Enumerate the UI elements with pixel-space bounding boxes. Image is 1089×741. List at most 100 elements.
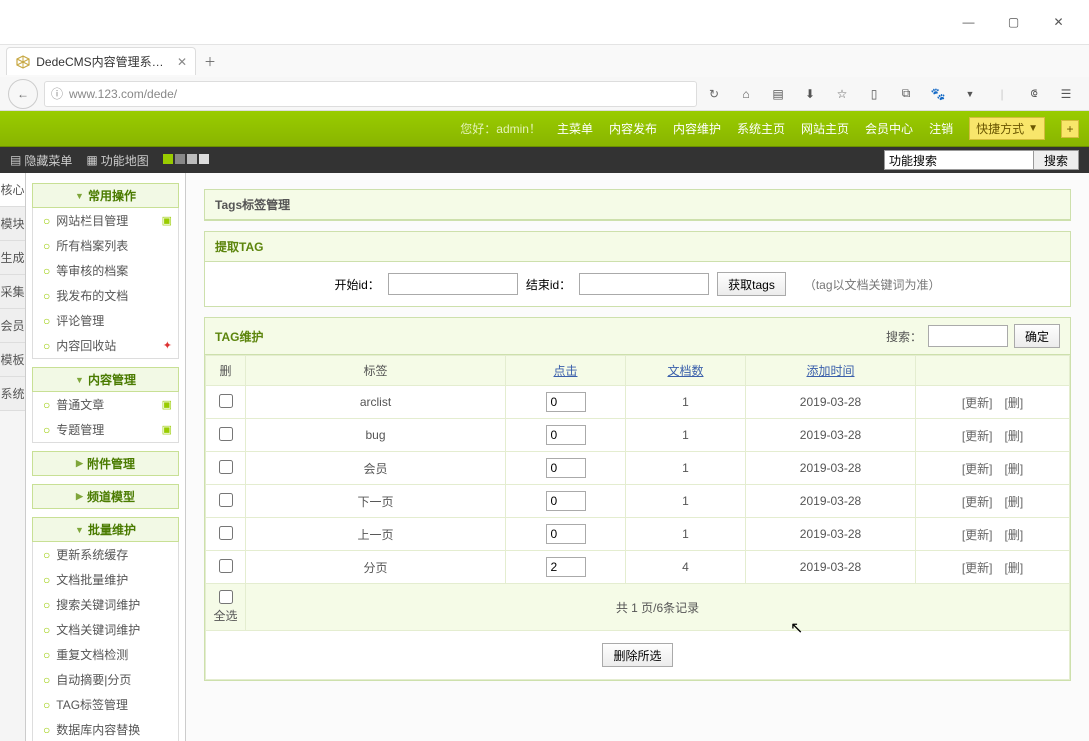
sidebar-item[interactable]: ○自动摘要|分页	[33, 667, 178, 692]
update-link[interactable]: [更新]	[962, 429, 993, 443]
sidebar-item[interactable]: ○更新系统缓存	[33, 542, 178, 567]
row-checkbox[interactable]	[219, 559, 233, 573]
nav-site-home[interactable]: 网站主页	[801, 120, 849, 137]
chevron-down-icon[interactable]: ▼	[961, 89, 979, 99]
delete-link[interactable]: [删]	[1005, 561, 1024, 575]
library-icon[interactable]: ▤	[769, 87, 787, 101]
confirm-button[interactable]: 确定	[1014, 324, 1060, 348]
clipboard-icon[interactable]: ▯	[865, 87, 883, 101]
col-clicks[interactable]: 点击	[506, 356, 626, 386]
nav-logout[interactable]: 注销	[929, 120, 953, 137]
paw-icon[interactable]: 🐾	[929, 87, 947, 101]
window-maximize-icon[interactable]: ▢	[991, 7, 1036, 37]
delete-link[interactable]: [删]	[1005, 396, 1024, 410]
clicks-input[interactable]	[546, 491, 586, 511]
sidebar-item[interactable]: ○文档关键词维护	[33, 617, 178, 642]
group-content[interactable]: ▼内容管理	[32, 367, 179, 392]
sidebar-item[interactable]: ○专题管理▣	[33, 417, 178, 442]
reload-icon[interactable]: ↻	[703, 87, 725, 101]
cell-time: 2019-03-28	[746, 485, 916, 518]
row-checkbox[interactable]	[219, 493, 233, 507]
tab-close-icon[interactable]: ✕	[177, 55, 187, 69]
sidebar-item[interactable]: ○搜索关键词维护	[33, 592, 178, 617]
end-id-input[interactable]	[579, 273, 709, 295]
sidebar-item[interactable]: ○所有档案列表	[33, 233, 178, 258]
sidebar-item[interactable]: ○我发布的文档	[33, 283, 178, 308]
update-link[interactable]: [更新]	[962, 561, 993, 575]
sidebar-item[interactable]: ○等审核的档案	[33, 258, 178, 283]
sidebar-item[interactable]: ○数据库内容替换	[33, 717, 178, 741]
bookmark-icon[interactable]: ☆	[833, 87, 851, 101]
row-checkbox[interactable]	[219, 394, 233, 408]
sidebar-item[interactable]: ○TAG标签管理	[33, 692, 178, 717]
vtab-core[interactable]: 核心	[0, 173, 25, 207]
page-title: Tags标签管理	[205, 190, 1070, 220]
home-icon[interactable]: ⌂	[737, 87, 755, 101]
update-link[interactable]: [更新]	[962, 528, 993, 542]
update-link[interactable]: [更新]	[962, 462, 993, 476]
tag-search-input[interactable]	[928, 325, 1008, 347]
window-minimize-icon[interactable]: —	[946, 7, 991, 37]
sidebar-item[interactable]: ○重复文档检测	[33, 642, 178, 667]
clicks-input[interactable]	[546, 557, 586, 577]
window-icon[interactable]: ⧉	[897, 86, 915, 101]
update-link[interactable]: [更新]	[962, 396, 993, 410]
clicks-input[interactable]	[546, 392, 586, 412]
group-channel[interactable]: ▶频道模型	[32, 484, 179, 509]
color-swatches[interactable]	[163, 153, 211, 167]
back-button[interactable]: ←	[8, 79, 38, 109]
new-tab-button[interactable]: ＋	[196, 47, 224, 75]
group-common[interactable]: ▼常用操作	[32, 183, 179, 208]
vtab-member[interactable]: 会员	[0, 309, 25, 343]
clicks-input[interactable]	[546, 425, 586, 445]
nav-main-menu[interactable]: 主菜单	[557, 120, 593, 137]
nav-system-home[interactable]: 系统主页	[737, 120, 785, 137]
function-search-button[interactable]: 搜索	[1034, 150, 1079, 170]
sidebar-item[interactable]: ○普通文章▣	[33, 392, 178, 417]
clicks-input[interactable]	[546, 458, 586, 478]
sitemap-link[interactable]: ▦ 功能地图	[86, 152, 148, 169]
address-bar[interactable]: ⓘ	[44, 81, 697, 107]
delete-link[interactable]: [删]	[1005, 429, 1024, 443]
col-time[interactable]: 添加时间	[746, 356, 916, 386]
delete-link[interactable]: [删]	[1005, 528, 1024, 542]
delete-link[interactable]: [删]	[1005, 495, 1024, 509]
function-search-input[interactable]	[884, 150, 1034, 170]
crop-icon[interactable]: ⟃	[1025, 86, 1043, 101]
browser-tab[interactable]: DedeCMS内容管理系统-... ✕	[6, 47, 196, 75]
download-icon[interactable]: ⬇	[801, 87, 819, 101]
group-attachment[interactable]: ▶附件管理	[32, 451, 179, 476]
vtab-module[interactable]: 模块	[0, 207, 25, 241]
menu-icon[interactable]: ☰	[1057, 87, 1075, 101]
nav-publish[interactable]: 内容发布	[609, 120, 657, 137]
col-docs[interactable]: 文档数	[626, 356, 746, 386]
clicks-input[interactable]	[546, 524, 586, 544]
vtab-generate[interactable]: 生成	[0, 241, 25, 275]
row-checkbox[interactable]	[219, 427, 233, 441]
get-tags-button[interactable]: 获取tags	[717, 272, 786, 296]
vtab-system[interactable]: 系统	[0, 377, 25, 411]
row-checkbox[interactable]	[219, 460, 233, 474]
vtab-collect[interactable]: 采集	[0, 275, 25, 309]
delete-selected-button[interactable]: 删除所选	[602, 643, 672, 667]
group-batch[interactable]: ▼批量维护	[32, 517, 179, 542]
start-id-input[interactable]	[388, 273, 518, 295]
sidebar-item[interactable]: ○网站栏目管理▣	[33, 208, 178, 233]
vtab-template[interactable]: 模板	[0, 343, 25, 377]
row-checkbox[interactable]	[219, 526, 233, 540]
cell-time: 2019-03-28	[746, 419, 916, 452]
url-input[interactable]	[69, 87, 690, 101]
nav-maintain[interactable]: 内容维护	[673, 120, 721, 137]
sidebar-item[interactable]: ○文档批量维护	[33, 567, 178, 592]
nav-member-center[interactable]: 会员中心	[865, 120, 913, 137]
sidebar-item[interactable]: ○评论管理	[33, 308, 178, 333]
update-link[interactable]: [更新]	[962, 495, 993, 509]
hide-menu-link[interactable]: ▤ 隐藏菜单	[10, 152, 72, 169]
select-all-checkbox[interactable]	[219, 590, 233, 604]
window-close-icon[interactable]: ✕	[1036, 7, 1081, 37]
delete-link[interactable]: [删]	[1005, 462, 1024, 476]
add-icon: ▣	[162, 398, 172, 411]
sidebar-item[interactable]: ○内容回收站✦	[33, 333, 178, 358]
quick-menu[interactable]: 快捷方式 ▼	[969, 117, 1045, 140]
quick-add-button[interactable]: +	[1061, 120, 1079, 138]
